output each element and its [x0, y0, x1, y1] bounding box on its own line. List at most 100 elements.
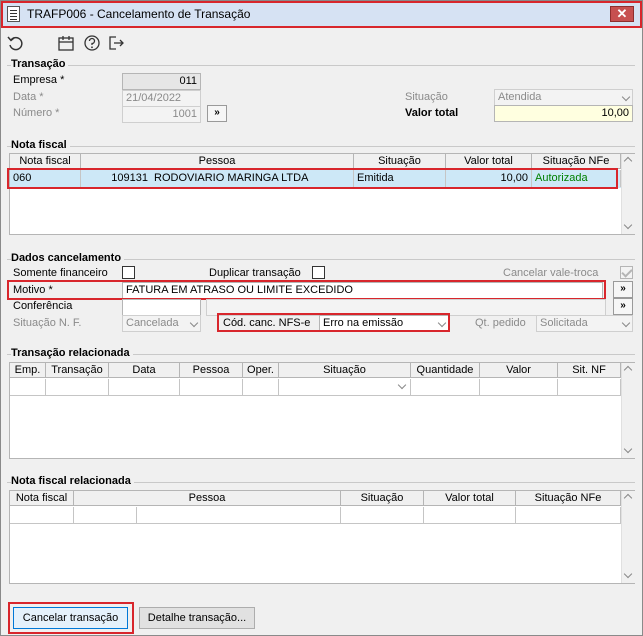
column-header[interactable]: Nota fiscal — [10, 491, 74, 506]
conferencia-label: Conferência — [13, 300, 73, 312]
refresh-icon[interactable] — [7, 34, 25, 52]
scroll-up-icon[interactable] — [623, 365, 633, 375]
table-row[interactable]: 060 109131 RODOVIARIO MARINGA LTDA Emiti… — [10, 170, 621, 188]
empty-cell — [10, 379, 46, 396]
motivo-label: Motivo * — [13, 284, 53, 296]
empty-cell — [74, 507, 137, 524]
transacao-section-title: Transação — [11, 58, 69, 70]
data-label: Data * — [13, 91, 44, 103]
chevron-down-icon — [621, 92, 631, 102]
column-header[interactable]: Pessoa — [180, 363, 243, 378]
window-title: TRAFP006 - Cancelamento de Transação — [27, 7, 251, 21]
column-header[interactable]: Situação — [341, 491, 424, 506]
scroll-down-icon[interactable] — [623, 444, 633, 454]
chevron-down-icon — [189, 318, 199, 328]
chevron-down-icon — [437, 318, 447, 328]
empty-cell — [46, 379, 109, 396]
qt-pedido-value: Solicitada — [540, 317, 588, 329]
situacao-dropdown-cell[interactable] — [279, 379, 411, 396]
empresa-field[interactable]: 011 — [122, 73, 201, 90]
motivo-field[interactable]: FATURA EM ATRASO OU LIMITE EXCEDIDO — [122, 282, 603, 299]
column-header[interactable]: Nota fiscal — [10, 154, 81, 169]
cancelar-vale-troca-label: Cancelar vale-troca — [503, 267, 599, 279]
valor-total-field: 10,00 — [494, 105, 633, 122]
detalhe-transacao-button[interactable]: Detalhe transação... — [139, 607, 255, 629]
transacao-group-line — [7, 65, 635, 66]
codigo-cell: 109131 — [111, 172, 148, 184]
conferencia-search-button[interactable]: » — [613, 298, 633, 315]
window: TRAFP006 - Cancelamento de Transação ✕ T… — [0, 0, 643, 636]
qt-pedido-label: Qt. pedido — [475, 317, 526, 329]
exit-icon[interactable] — [107, 34, 125, 52]
dados-section-title: Dados cancelamento — [11, 252, 125, 264]
column-header[interactable]: Data — [109, 363, 180, 378]
data-field: 21/04/2022 — [122, 90, 201, 107]
help-icon[interactable] — [83, 34, 101, 52]
column-header[interactable]: Valor total — [446, 154, 532, 169]
title-bar: TRAFP006 - Cancelamento de Transação ✕ — [1, 1, 642, 27]
nota-fiscal-group-line — [7, 146, 635, 147]
empty-cell — [480, 379, 558, 396]
empty-cell — [424, 507, 516, 524]
scroll-up-icon[interactable] — [623, 156, 633, 166]
column-header[interactable]: Situação — [354, 154, 446, 169]
cod-canc-select[interactable]: Erro na emissão — [319, 315, 449, 332]
chevron-down-icon — [621, 318, 631, 328]
empty-cell — [109, 379, 180, 396]
situacao-select: Atendida — [494, 89, 633, 106]
scroll-down-icon[interactable] — [623, 220, 633, 230]
transacao-relacionada-scrollbar[interactable] — [621, 363, 635, 458]
nf-relacionada-scrollbar[interactable] — [621, 491, 635, 583]
nota-fiscal-section-title: Nota fiscal — [11, 139, 70, 151]
situacao-label: Situação — [405, 91, 448, 103]
column-header[interactable]: Pessoa — [81, 154, 354, 169]
situacao-nf-label: Situação N. F. — [13, 317, 82, 329]
scroll-up-icon[interactable] — [623, 493, 633, 503]
column-header[interactable]: Emp. — [10, 363, 46, 378]
valor-total-label: Valor total — [405, 107, 459, 119]
situacao-nf-value: Cancelada — [126, 317, 179, 329]
situacao-value: Atendida — [498, 91, 542, 103]
column-header[interactable]: Pessoa — [74, 491, 341, 506]
situacao-cell: Emitida — [354, 170, 446, 187]
nota-cell: 060 — [10, 170, 81, 187]
empty-cell — [243, 379, 279, 396]
column-header[interactable]: Transação — [46, 363, 109, 378]
document-icon — [7, 6, 20, 22]
scroll-down-icon[interactable] — [623, 569, 633, 579]
column-header[interactable]: Situação NFe — [532, 154, 621, 169]
duplicar-transacao-label: Duplicar transação — [209, 267, 301, 279]
nota-fiscal-scrollbar[interactable] — [621, 154, 635, 234]
somente-financeiro-checkbox[interactable] — [122, 266, 135, 279]
conferencia-field[interactable] — [122, 299, 201, 316]
cancelar-transacao-button[interactable]: Cancelar transação — [13, 607, 128, 629]
valor-cell: 10,00 — [446, 170, 532, 187]
somente-financeiro-label: Somente financeiro — [13, 267, 108, 279]
numero-search-button[interactable]: » — [207, 105, 227, 122]
nf-relacionada-grid: Nota fiscal Pessoa Situação Valor total … — [9, 490, 635, 584]
duplicar-transacao-checkbox[interactable] — [312, 266, 325, 279]
column-header[interactable]: Situação NFe — [516, 491, 621, 506]
situacao-nf-select: Cancelada — [122, 315, 201, 332]
column-header[interactable]: Quantidade — [411, 363, 480, 378]
column-header[interactable]: Valor total — [424, 491, 516, 506]
column-header[interactable]: Situação — [279, 363, 411, 378]
calendar-icon[interactable] — [57, 34, 75, 52]
empty-cell — [341, 507, 424, 524]
numero-label: Número * — [13, 107, 60, 119]
chevron-down-icon — [397, 380, 407, 390]
motivo-search-button[interactable]: » — [613, 281, 633, 298]
empty-cell — [411, 379, 480, 396]
transacao-relacionada-grid: Emp. Transação Data Pessoa Oper. Situaçã… — [9, 362, 635, 459]
table-row[interactable] — [10, 507, 621, 524]
empty-cell — [137, 507, 341, 524]
situacao-nfe-cell: Autorizada — [532, 170, 621, 187]
nf-relacionada-section-title: Nota fiscal relacionada — [11, 475, 134, 487]
table-row[interactable] — [10, 379, 621, 396]
close-button[interactable]: ✕ — [610, 6, 634, 22]
numero-field: 1001 — [122, 106, 201, 123]
column-header[interactable]: Oper. — [243, 363, 279, 378]
nota-fiscal-grid: Nota fiscal Pessoa Situação Valor total … — [9, 153, 635, 235]
column-header[interactable]: Valor — [480, 363, 558, 378]
column-header[interactable]: Sit. NF — [558, 363, 621, 378]
